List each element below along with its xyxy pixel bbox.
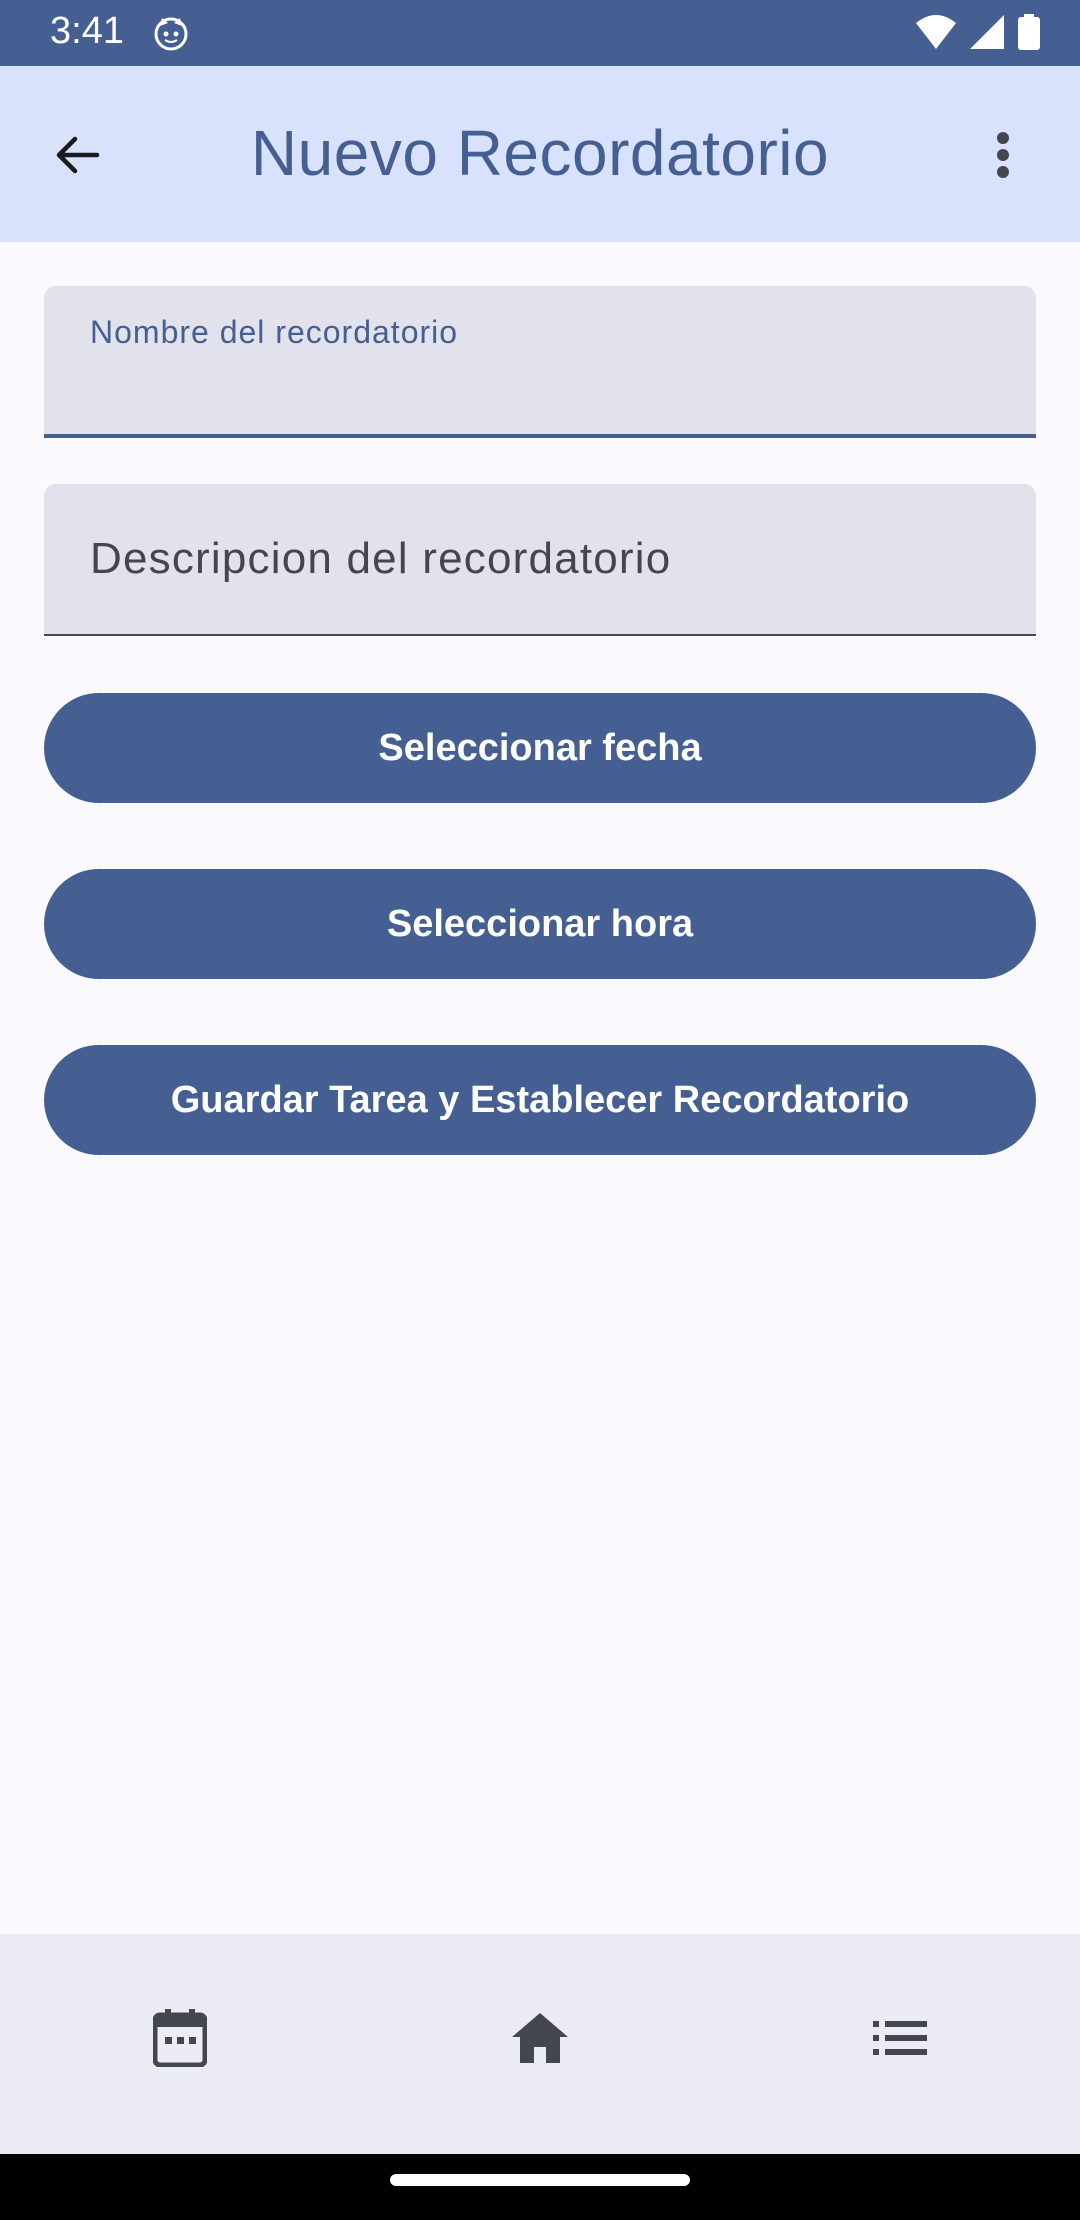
gesture-handle[interactable] (390, 2174, 690, 2186)
wifi-icon (916, 15, 956, 54)
cat-notification-icon (152, 14, 190, 52)
nav-list[interactable] (864, 2004, 936, 2076)
app-bar: Nuevo Recordatorio (0, 66, 1080, 242)
save-reminder-button[interactable]: Guardar Tarea y Establecer Recordatorio (44, 1045, 1036, 1155)
list-icon (873, 2020, 927, 2060)
calendar-icon (152, 2008, 208, 2072)
signal-icon (970, 15, 1004, 54)
nav-home[interactable] (504, 2004, 576, 2076)
gesture-nav-area (0, 2154, 1080, 2220)
battery-icon (1018, 14, 1040, 55)
bottom-navigation (0, 1934, 1080, 2154)
status-bar: 3:41 (0, 0, 1080, 66)
home-icon (512, 2012, 568, 2068)
page-title: Nuevo Recordatorio (250, 117, 830, 189)
reminder-description-field[interactable]: Descripcion del recordatorio (44, 484, 1036, 636)
select-time-button[interactable]: Seleccionar hora (44, 869, 1036, 979)
screen: 3:41 Nuevo Recordatorio Nombre del recor… (0, 0, 1080, 2220)
overflow-menu-button[interactable] (966, 120, 1040, 194)
reminder-name-label: Nombre del recordatorio (90, 314, 459, 350)
reminder-name-field[interactable]: Nombre del recordatorio (44, 286, 1036, 438)
more-vert-icon (995, 131, 1011, 184)
reminder-description-placeholder: Descripcion del recordatorio (90, 534, 672, 583)
status-time: 3:41 (50, 10, 124, 52)
select-date-button[interactable]: Seleccionar fecha (44, 693, 1036, 803)
nav-calendar[interactable] (144, 2004, 216, 2076)
